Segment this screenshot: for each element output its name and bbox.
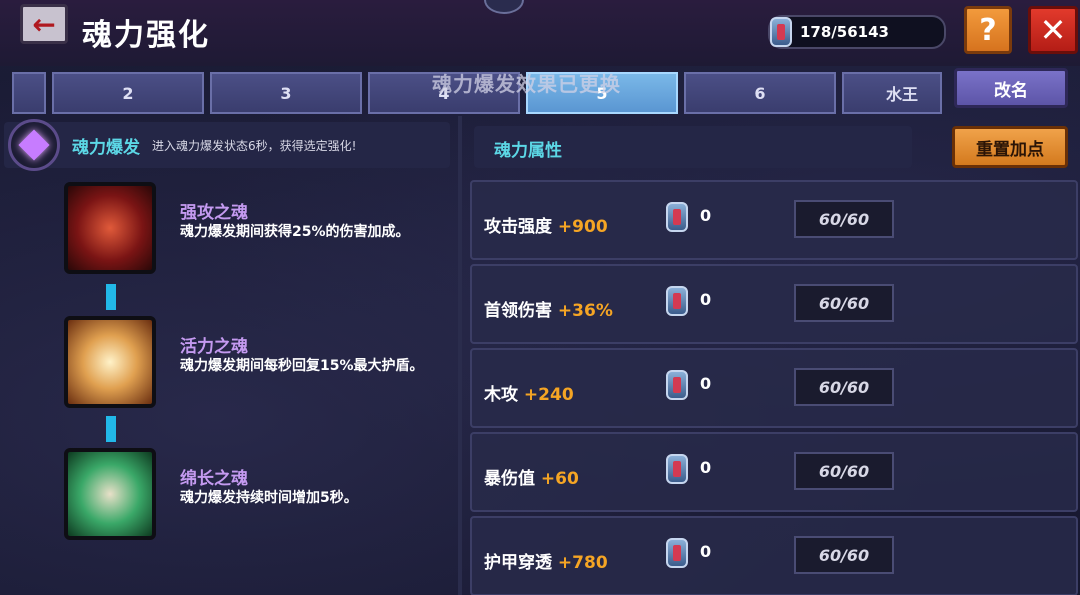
attribute-row: 攻击强度 +900 0 60/60: [470, 180, 1078, 260]
attribute-name: 暴伤值: [484, 469, 535, 489]
soul-name: 强攻之魂: [180, 203, 248, 223]
currency-value: 178/56143: [800, 23, 889, 41]
soul-item-endurance[interactable]: 绵长之魂 魂力爆发持续时间增加5秒。: [64, 448, 454, 544]
tab-7[interactable]: 水王: [842, 72, 942, 114]
attribute-bonus: +900: [557, 217, 608, 237]
tab-2[interactable]: 2: [52, 72, 204, 114]
burst-desc: 进入魂力爆发状态6秒，获得选定强化!: [152, 138, 357, 153]
soul-desc: 魂力爆发期间每秒回复15%最大护盾。: [180, 358, 424, 374]
attribute-level[interactable]: 60/60: [794, 452, 894, 490]
attribute-row: 木攻 +240 0 60/60: [470, 348, 1078, 428]
attribute-bonus: +240: [523, 385, 574, 405]
soul-desc: 魂力爆发期间获得25%的伤害加成。: [180, 224, 410, 240]
burst-crystal-icon: [8, 119, 60, 171]
clock-soul-icon: [64, 448, 156, 540]
tab-1[interactable]: [12, 72, 46, 114]
attribute-level[interactable]: 60/60: [794, 536, 894, 574]
soul-gem-icon: [666, 286, 688, 316]
reset-points-button[interactable]: 重置加点: [952, 126, 1068, 168]
soul-gem-icon: [666, 370, 688, 400]
attack-soul-icon: [64, 182, 156, 274]
attribute-row: 护甲穿透 +780 0 60/60: [470, 516, 1078, 595]
soul-gem-icon: [666, 202, 688, 232]
soul-name: 活力之魂: [180, 337, 248, 357]
attribute-name: 木攻: [484, 385, 518, 405]
attribute-level[interactable]: 60/60: [794, 284, 894, 322]
attribute-title: 魂力属性: [494, 141, 562, 161]
soul-gem-icon: [770, 17, 792, 47]
tab-3[interactable]: 3: [210, 72, 362, 114]
page-title: 魂力强化: [82, 18, 210, 53]
rename-button[interactable]: 改名: [954, 68, 1068, 108]
attribute-bonus: +36%: [557, 301, 613, 321]
burst-name: 魂力爆发: [72, 137, 140, 158]
attribute-bonus: +60: [540, 469, 579, 489]
soul-burst-panel: 魂力爆发 进入魂力爆发状态6秒，获得选定强化! 强攻之魂 魂力爆发期间获得25%…: [0, 119, 458, 595]
shield-soul-icon: [64, 316, 156, 408]
top-bar: ← 魂力强化 178/56143 ? ✕: [0, 0, 1080, 66]
soul-connector: [106, 284, 116, 310]
toast-message: 魂力爆发效果已更换: [432, 72, 621, 96]
currency-display: 178/56143: [768, 15, 946, 49]
attribute-cost: 0: [700, 290, 712, 309]
burst-header: 魂力爆发 进入魂力爆发状态6秒，获得选定强化!: [4, 119, 450, 171]
attribute-name: 护甲穿透: [484, 553, 552, 573]
attribute-level[interactable]: 60/60: [794, 368, 894, 406]
soul-name: 绵长之魂: [180, 469, 248, 489]
attribute-cost: 0: [700, 458, 712, 477]
soul-connector: [106, 416, 116, 442]
soul-item-vitality[interactable]: 活力之魂 魂力爆发期间每秒回复15%最大护盾。: [64, 316, 454, 412]
soul-item-attack[interactable]: 强攻之魂 魂力爆发期间获得25%的伤害加成。: [64, 182, 454, 278]
attribute-level[interactable]: 60/60: [794, 200, 894, 238]
attribute-cost: 0: [700, 374, 712, 393]
close-button[interactable]: ✕: [1028, 6, 1078, 54]
attribute-row: 首领伤害 +36% 0 60/60: [470, 264, 1078, 344]
attribute-row: 暴伤值 +60 0 60/60: [470, 432, 1078, 512]
attribute-bonus: +780: [557, 553, 608, 573]
back-button[interactable]: ←: [20, 4, 68, 44]
attribute-header: 魂力属性: [474, 126, 912, 168]
soul-gem-icon: [666, 454, 688, 484]
top-ornament-icon: [484, 0, 524, 14]
attribute-name: 首领伤害: [484, 301, 552, 321]
left-arrow-icon: ←: [32, 7, 56, 41]
soul-gem-icon: [666, 538, 688, 568]
panel-divider: [458, 116, 462, 595]
attribute-cost: 0: [700, 206, 712, 225]
tab-6[interactable]: 6: [684, 72, 836, 114]
attribute-name: 攻击强度: [484, 217, 552, 237]
attribute-cost: 0: [700, 542, 712, 561]
help-button[interactable]: ?: [964, 6, 1012, 54]
soul-desc: 魂力爆发持续时间增加5秒。: [180, 490, 358, 506]
